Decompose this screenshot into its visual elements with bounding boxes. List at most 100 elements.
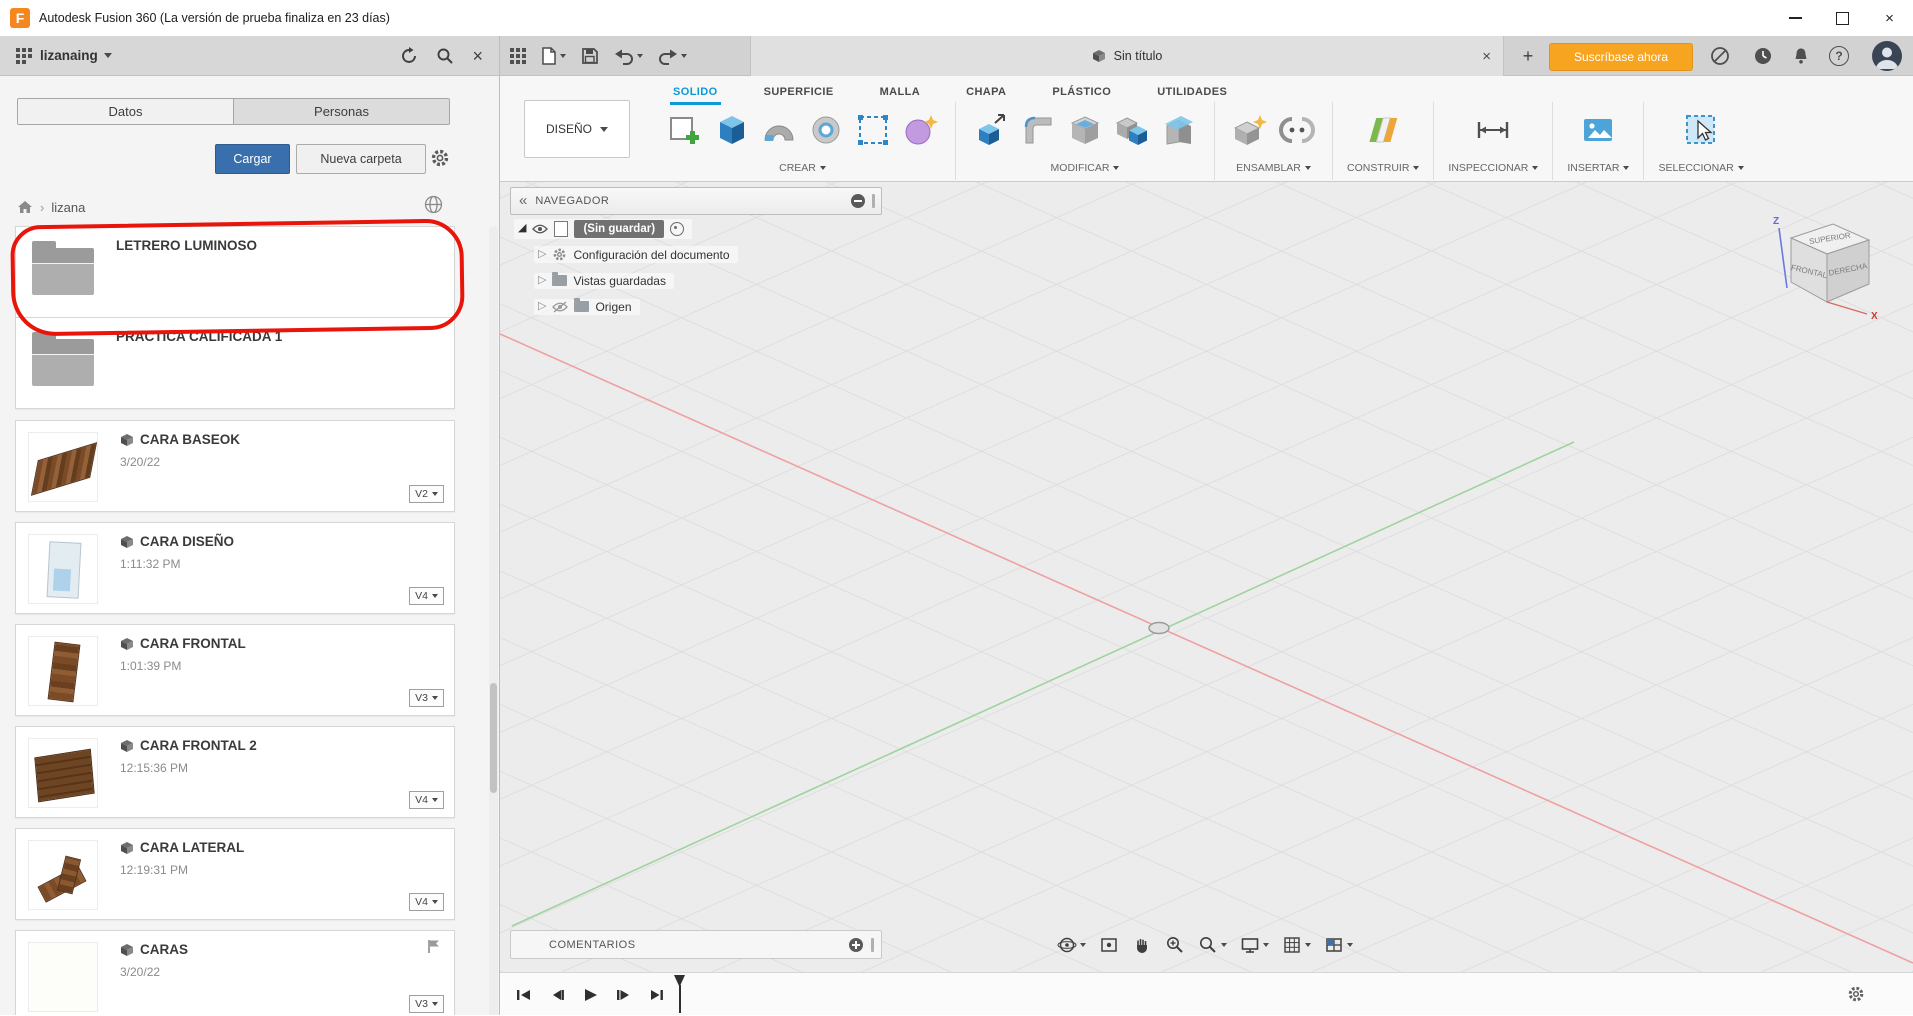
navigator-item-origin[interactable]: ▷ Origen [510, 294, 882, 319]
shell-icon[interactable] [1064, 108, 1106, 152]
navigator-header[interactable]: « NAVEGADOR [510, 187, 882, 215]
hub-grid-icon[interactable] [16, 47, 32, 64]
tab-datos[interactable]: Datos [18, 99, 233, 124]
breadcrumb-folder[interactable]: lizana [51, 200, 85, 215]
redo-icon[interactable] [658, 48, 687, 65]
hub-username[interactable]: lizanaing [40, 48, 98, 63]
new-folder-button[interactable]: Nueva carpeta [296, 144, 426, 174]
new-document-tab-button[interactable]: + [1516, 44, 1540, 68]
visibility-eye-icon[interactable] [532, 224, 549, 234]
file-item-cara-lateral[interactable]: CARA LATERAL 12:19:31 PM V4 [15, 828, 455, 920]
sweep-icon[interactable] [758, 108, 800, 152]
version-badge[interactable]: V4 [409, 893, 444, 911]
view-cube[interactable]: Z SUPERIOR FRONTAL DERECHA X [1755, 208, 1885, 328]
new-component-icon[interactable] [1229, 108, 1271, 152]
app-grid-icon[interactable] [510, 48, 526, 64]
globe-icon[interactable] [424, 195, 443, 214]
navigator-item-saved-views[interactable]: ▷ Vistas guardadas [510, 268, 882, 293]
version-badge[interactable]: V3 [409, 689, 444, 707]
minimize-button[interactable] [1772, 0, 1819, 36]
timeline-play-icon[interactable] [578, 983, 602, 1007]
version-badge[interactable]: V3 [409, 995, 444, 1013]
activate-component-radio[interactable] [670, 221, 685, 236]
viewports-icon[interactable] [1324, 935, 1353, 955]
timeline-position-marker[interactable] [674, 975, 686, 1015]
look-at-icon[interactable] [1099, 935, 1119, 955]
version-badge[interactable]: V2 [409, 485, 444, 503]
file-item-cara-diseno[interactable]: CARA DISEÑO 1:11:32 PM V4 [15, 522, 455, 614]
close-window-button[interactable]: × [1866, 0, 1913, 36]
viewport-canvas[interactable]: « NAVEGADOR ◢ (Sin guardar) ▷ Configurac… [500, 182, 1913, 972]
panel-drag-handle[interactable] [872, 194, 875, 208]
panel-settings-gear-icon[interactable] [430, 148, 450, 168]
timeline-step-forward-icon[interactable] [611, 983, 635, 1007]
visibility-off-eye-icon[interactable] [552, 300, 569, 313]
expand-arrow-icon[interactable]: ▷ [538, 275, 546, 286]
search-icon[interactable] [436, 47, 454, 65]
zoom-window-icon[interactable] [1198, 935, 1227, 955]
timeline-step-back-icon[interactable] [545, 983, 569, 1007]
hole-icon[interactable] [805, 108, 847, 152]
unsaved-document-label[interactable]: (Sin guardar) [574, 219, 665, 238]
workspace-selector[interactable]: DISEÑO [524, 100, 630, 158]
select-tool-icon[interactable] [1680, 108, 1722, 152]
comments-drag-handle[interactable] [871, 937, 874, 952]
add-comment-icon[interactable] [849, 937, 863, 952]
subscribe-button[interactable]: Suscríbase ahora [1549, 43, 1693, 71]
maximize-button[interactable] [1819, 0, 1866, 36]
comments-bar[interactable]: COMENTARIOS [510, 930, 882, 959]
orbit-icon[interactable] [1057, 935, 1086, 955]
expand-arrow-icon[interactable]: ◢ [518, 223, 526, 234]
version-badge[interactable]: V4 [409, 791, 444, 809]
panel-scrollbar-thumb[interactable] [490, 683, 497, 793]
fillet-icon[interactable] [1017, 108, 1059, 152]
document-tab-close-icon[interactable]: × [1482, 49, 1491, 64]
expand-arrow-icon[interactable]: ▷ [538, 301, 546, 312]
document-tab[interactable]: Sin título × [750, 36, 1504, 76]
upload-button[interactable]: Cargar [215, 144, 290, 174]
tab-personas[interactable]: Personas [233, 99, 449, 124]
form-icon[interactable] [899, 108, 941, 152]
insert-image-icon[interactable] [1577, 108, 1619, 152]
minimize-panel-icon[interactable] [851, 194, 865, 208]
file-item-cara-frontal-2[interactable]: CARA FRONTAL 2 12:15:36 PM V4 [15, 726, 455, 818]
split-body-icon[interactable] [1158, 108, 1200, 152]
folder-item-practica-calificada-1[interactable]: PRACTICA CALIFICADA 1 [15, 317, 455, 409]
file-item-caras[interactable]: CARAS 3/20/22 V3 [15, 930, 455, 1015]
expand-arrow-icon[interactable]: ▷ [538, 249, 546, 260]
undo-icon[interactable] [614, 48, 643, 65]
job-status-clock-icon[interactable] [1753, 46, 1773, 66]
offline-status-icon[interactable] [1710, 46, 1730, 66]
joint-icon[interactable] [1276, 108, 1318, 152]
file-item-cara-frontal[interactable]: CARA FRONTAL 1:01:39 PM V3 [15, 624, 455, 716]
timeline-skip-start-icon[interactable] [512, 983, 536, 1007]
press-pull-icon[interactable] [970, 108, 1012, 152]
close-panel-icon[interactable]: × [472, 47, 483, 65]
file-menu-icon[interactable] [541, 47, 566, 65]
version-badge[interactable]: V4 [409, 587, 444, 605]
help-icon[interactable]: ? [1829, 46, 1849, 66]
measure-icon[interactable] [1472, 108, 1514, 152]
hub-dropdown-caret-icon[interactable] [103, 53, 112, 58]
home-icon[interactable] [17, 200, 33, 214]
box-primitive-icon[interactable] [852, 108, 894, 152]
notifications-bell-icon[interactable] [1791, 46, 1811, 66]
navigator-item-document-settings[interactable]: ▷ Configuración del documento [510, 242, 882, 267]
display-settings-icon[interactable] [1240, 935, 1269, 955]
pan-icon[interactable] [1132, 935, 1152, 955]
timeline-settings-gear-icon[interactable] [1847, 985, 1865, 1003]
refresh-icon[interactable] [400, 46, 418, 65]
file-item-cara-baseok[interactable]: CARA BASEOK 3/20/22 V2 [15, 420, 455, 512]
combine-icon[interactable] [1111, 108, 1153, 152]
flag-icon[interactable] [427, 939, 440, 954]
save-icon[interactable] [581, 47, 599, 65]
navigator-root-row[interactable]: ◢ (Sin guardar) [510, 216, 882, 241]
panel-scrollbar[interactable] [489, 226, 498, 1015]
folder-item-letrero-luminoso[interactable]: LETRERO LUMINOSO [15, 226, 455, 318]
grid-settings-icon[interactable] [1282, 935, 1311, 955]
timeline-skip-end-icon[interactable] [644, 983, 668, 1007]
zoom-icon[interactable] [1165, 935, 1185, 955]
construction-plane-icon[interactable] [1362, 108, 1404, 152]
extrude-icon[interactable] [711, 108, 753, 152]
user-avatar[interactable] [1872, 41, 1902, 71]
